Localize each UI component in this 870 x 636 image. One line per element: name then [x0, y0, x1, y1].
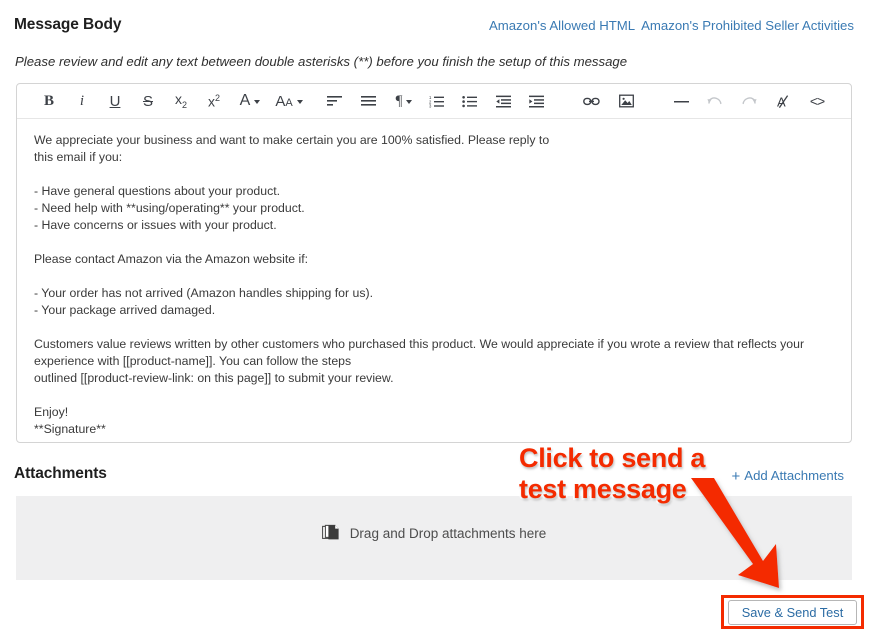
message-body-content[interactable]: We appreciate your business and want to …: [34, 132, 834, 438]
underline-icon: U: [109, 92, 121, 110]
message-body-header: Message Body Amazon's Allowed HTML Amazon…: [0, 0, 870, 46]
dropzone-label: Drag and Drop attachments here: [349, 526, 547, 541]
attachments-dropzone[interactable]: Drag and Drop attachments here: [16, 496, 852, 580]
align-justify-icon: [360, 95, 376, 106]
underline-button[interactable]: U: [105, 84, 125, 118]
message-body-editor[interactable]: B i U S x2 x2 A AA ¶ 1 2 3 A <> We appre…: [16, 83, 852, 443]
documents-stack-icon: [321, 524, 341, 543]
image-icon: [618, 94, 634, 108]
link-amazons-allowed-html[interactable]: Amazon's Allowed HTML: [489, 18, 635, 33]
text-color-button[interactable]: A: [235, 84, 265, 118]
font-size-icon: AA: [275, 92, 293, 110]
outdent-button[interactable]: [492, 84, 514, 118]
link-icon: [582, 97, 600, 105]
unordered-list-icon: [461, 95, 477, 107]
subscript-icon: x2: [174, 91, 187, 110]
outdent-icon: [495, 95, 511, 107]
font-size-button[interactable]: AA: [271, 84, 307, 118]
plus-icon: +: [731, 468, 741, 485]
horizontal-rule-button[interactable]: [670, 84, 692, 118]
paragraph-format-button[interactable]: ¶: [389, 84, 419, 118]
header-links: Amazon's Allowed HTML Amazon's Prohibited…: [489, 18, 854, 33]
indent-button[interactable]: [525, 84, 547, 118]
italic-icon: i: [79, 92, 85, 109]
strikethrough-button[interactable]: S: [138, 84, 158, 118]
pilcrow-icon: ¶: [395, 92, 403, 109]
insert-link-button[interactable]: [580, 84, 602, 118]
indent-icon: [528, 95, 544, 107]
align-justify-button[interactable]: [357, 84, 379, 118]
undo-button[interactable]: [704, 84, 726, 118]
strikethrough-icon: S: [142, 92, 153, 110]
align-left-icon: [326, 95, 342, 106]
bold-icon: B: [43, 92, 54, 109]
undo-icon: [707, 96, 722, 104]
superscript-icon: x2: [207, 92, 220, 110]
ordered-list-icon: 1 2 3: [429, 95, 444, 108]
dropzone-inner: Drag and Drop attachments here: [16, 524, 852, 543]
chevron-down-icon: [296, 100, 303, 104]
svg-text:A: A: [777, 94, 786, 109]
editor-toolbar: B i U S x2 x2 A AA ¶ 1 2 3 A <>: [17, 84, 851, 119]
page-title: Message Body: [14, 16, 122, 33]
bold-button[interactable]: B: [39, 84, 59, 118]
chevron-down-icon: [406, 100, 413, 104]
svg-text:3: 3: [429, 103, 432, 107]
add-attachments-label: Add Attachments: [744, 468, 844, 483]
add-attachments-button[interactable]: + Add Attachments: [731, 467, 844, 485]
instruction-text: Please review and edit any text between …: [15, 54, 628, 69]
code-view-button[interactable]: <>: [805, 84, 829, 118]
link-amazons-prohibited-seller-activities[interactable]: Amazon's Prohibited Seller Activities: [641, 18, 854, 33]
chevron-down-icon: [254, 100, 261, 104]
ordered-list-button[interactable]: 1 2 3: [425, 84, 447, 118]
align-left-button[interactable]: [323, 84, 345, 118]
unordered-list-button[interactable]: [458, 84, 480, 118]
clear-formatting-button[interactable]: A: [772, 84, 794, 118]
redo-icon: [742, 96, 757, 104]
superscript-button[interactable]: x2: [203, 84, 225, 118]
horizontal-rule-icon: [673, 100, 689, 102]
clear-formatting-icon: A: [777, 94, 788, 109]
italic-button[interactable]: i: [72, 84, 92, 118]
subscript-button[interactable]: x2: [170, 84, 192, 118]
insert-image-button[interactable]: [615, 84, 637, 118]
code-icon: <>: [809, 93, 825, 109]
text-color-icon: A: [239, 92, 251, 109]
button-highlight-box: [721, 595, 864, 629]
redo-button[interactable]: [738, 84, 760, 118]
attachments-title: Attachments: [14, 465, 107, 482]
